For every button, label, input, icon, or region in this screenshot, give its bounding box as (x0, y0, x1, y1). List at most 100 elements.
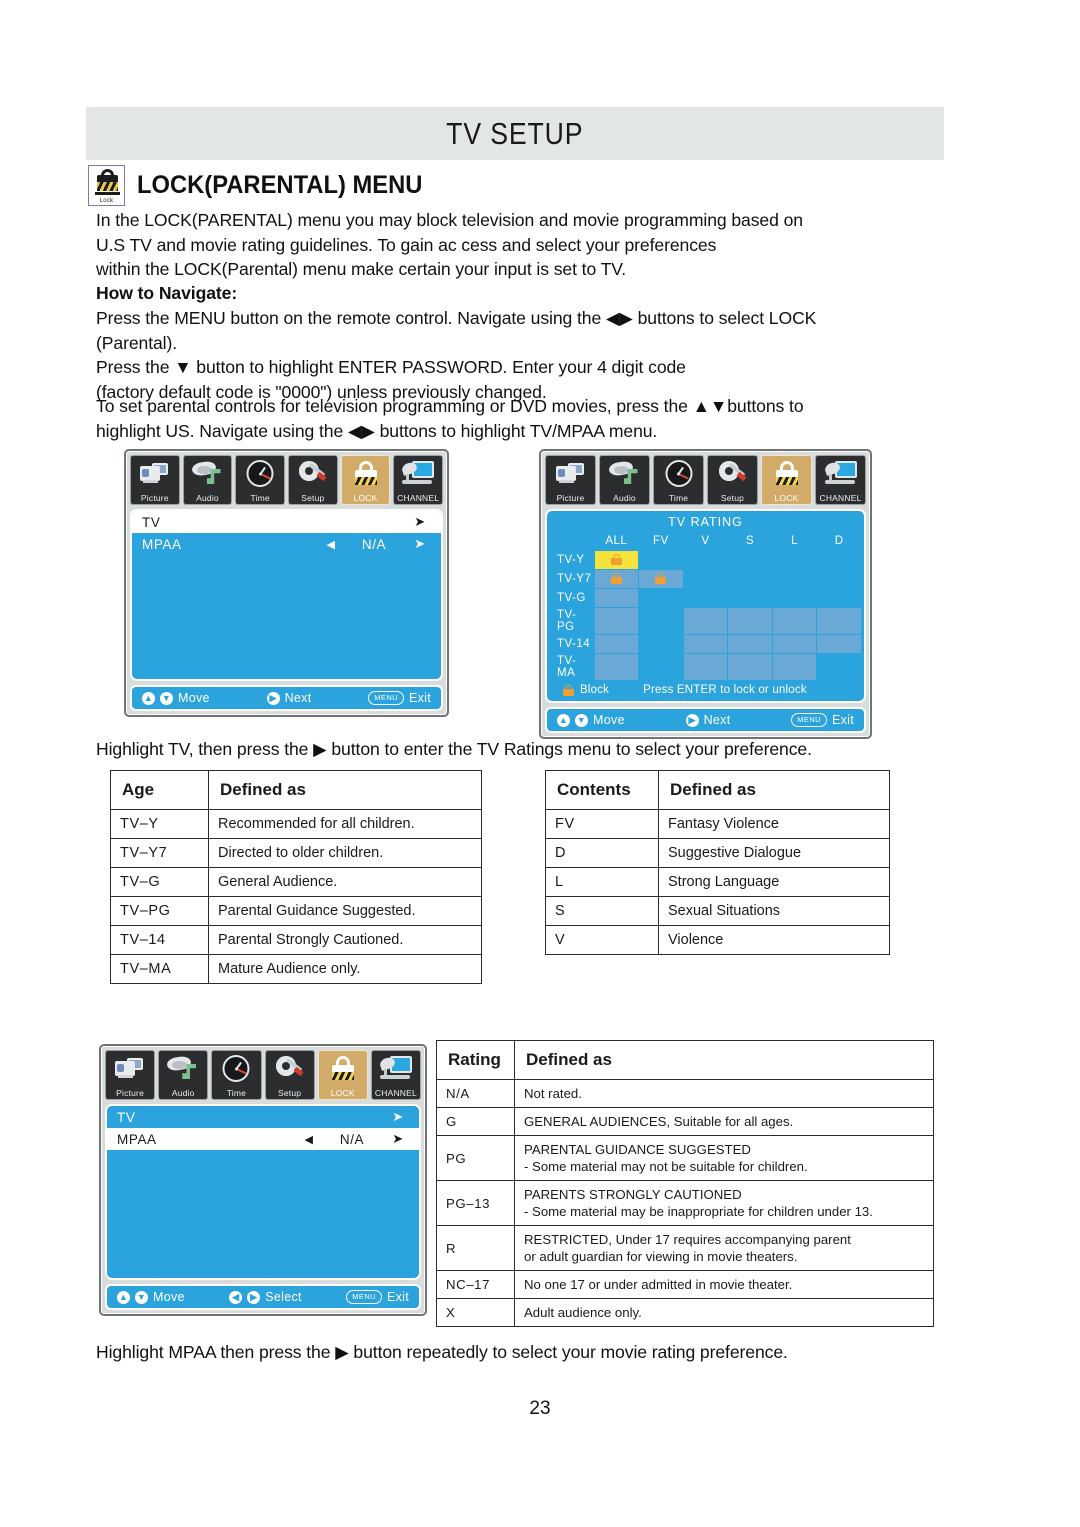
osd-tab-picture[interactable]: Picture (545, 455, 596, 505)
rating-cell[interactable] (728, 551, 772, 569)
age-definition: Parental Strongly Cautioned. (208, 925, 482, 955)
table-row: D Suggestive Dialogue (545, 838, 890, 868)
mpaa-rating-table: Rating Defined as N/A Not rated. G GENER… (436, 1040, 934, 1327)
osd-tab-time[interactable]: Time (235, 455, 286, 505)
rating-cell[interactable] (728, 608, 772, 634)
mpaa-definition-line: - Some material may not be suitable for … (524, 1159, 808, 1174)
osd-tab-audio[interactable]: Audio (182, 455, 233, 505)
osd-menu-row-mpaa[interactable]: MPAA ◀ N/A ➤ (132, 533, 441, 555)
mpaa-definition: Adult audience only. (514, 1298, 934, 1327)
rating-cell[interactable] (728, 570, 772, 588)
rating-cell[interactable] (772, 608, 817, 634)
rating-cell[interactable] (728, 654, 772, 680)
rating-cell[interactable] (772, 551, 817, 569)
osd-tab-time[interactable]: Time (211, 1050, 262, 1100)
osd-tab-channel[interactable]: CHANNEL (370, 1050, 422, 1100)
osd-tab-lock[interactable]: LOCK (317, 1050, 368, 1100)
right-arrow-key-icon: ▶ (247, 1290, 261, 1304)
mpaa-definition-line: RESTRICTED, Under 17 requires accompanyi… (524, 1232, 851, 1247)
osd-tab-label: LOCK (353, 493, 378, 503)
table-header-row: Age Defined as (110, 770, 482, 810)
osd-menu-row-tv[interactable]: TV ➤ (132, 511, 441, 533)
rating-cell[interactable] (594, 654, 639, 680)
right-arrow-key-icon: ▶ (266, 691, 280, 705)
rating-cell[interactable] (817, 608, 861, 634)
rating-cell[interactable] (594, 551, 639, 569)
rating-cell[interactable] (817, 654, 861, 680)
osd-row-label: MPAA (142, 536, 182, 552)
rating-cell[interactable] (594, 589, 639, 607)
osd-tab-lock[interactable]: LOCK (761, 455, 812, 505)
hint-exit-label: Exit (408, 691, 432, 705)
rating-cell[interactable] (639, 589, 683, 607)
col-header-s: S (728, 532, 772, 550)
rating-cell[interactable] (772, 570, 817, 588)
age-code: TV–Y (110, 809, 209, 839)
osd-tab-audio[interactable]: Audio (158, 1050, 209, 1100)
table-row: G GENERAL AUDIENCES, Suitable for all ag… (436, 1107, 934, 1136)
rating-cell[interactable] (594, 570, 639, 588)
rating-cell[interactable] (639, 551, 683, 569)
rating-cell[interactable] (683, 635, 728, 653)
osd-tab-audio[interactable]: Audio (599, 455, 650, 505)
defined-col-header: Defined as (208, 770, 482, 810)
mpaa-definition: PARENTS STRONGLY CAUTIONED - Some materi… (514, 1180, 934, 1226)
col-header-v: V (683, 532, 728, 550)
rating-cell[interactable] (817, 635, 861, 653)
rating-cell[interactable] (817, 589, 861, 607)
rating-cell[interactable] (772, 635, 817, 653)
rating-cell[interactable] (639, 654, 683, 680)
rating-cell[interactable] (594, 635, 639, 653)
up-arrow-key-icon: ▲ (557, 713, 570, 727)
rating-cell[interactable] (683, 570, 728, 588)
osd-footer-hints: ▲ ▼ Move ▶ Next MENU Exit (545, 707, 866, 733)
osd-menu-list: TV ➤ MPAA ◀ N/A ➤ (105, 1104, 421, 1280)
osd-menu-row-mpaa[interactable]: MPAA ◀ N/A ➤ (107, 1128, 419, 1150)
age-definition: Directed to older children. (208, 838, 482, 868)
table-row: TV-Y7 (550, 570, 861, 588)
osd-tab-label: Setup (301, 493, 325, 503)
osd-tab-picture[interactable]: Picture (130, 455, 180, 505)
rating-cell[interactable] (728, 589, 772, 607)
osd-tab-setup[interactable]: Setup (264, 1050, 315, 1100)
rating-cell[interactable] (639, 608, 683, 634)
down-arrow-key-icon: ▼ (135, 1290, 148, 1304)
rating-cell[interactable] (817, 551, 861, 569)
rating-cell[interactable] (683, 608, 728, 634)
rating-cell[interactable] (817, 570, 861, 588)
osd-footer-hints: ▲ ▼ Move ▶ Next MENU Exit (130, 685, 443, 711)
osd-tab-lock[interactable]: LOCK (340, 455, 391, 505)
osd-tab-time[interactable]: Time (653, 455, 704, 505)
osd-tab-channel[interactable]: CHANNEL (393, 455, 444, 505)
rating-cell[interactable] (683, 589, 728, 607)
osd-menu-row-tv[interactable]: TV ➤ (107, 1106, 419, 1128)
defined-col-header: Defined as (514, 1040, 934, 1080)
table-row: R RESTRICTED, Under 17 requires accompan… (436, 1225, 934, 1271)
rating-cell[interactable] (683, 654, 728, 680)
rating-cell[interactable] (728, 635, 772, 653)
table-row: NC–17 No one 17 or under admitted in mov… (436, 1270, 934, 1299)
rating-cell[interactable] (594, 608, 639, 634)
mpaa-definition-line: PARENTAL GUIDANCE SUGGESTED (524, 1142, 751, 1157)
left-arrow-key-icon: ◀ (229, 1290, 243, 1304)
rating-cell[interactable] (683, 551, 728, 569)
contents-code: FV (545, 809, 659, 839)
rating-cell[interactable] (772, 589, 817, 607)
osd-row-value: N/A (361, 536, 387, 552)
osd-tab-setup[interactable]: Setup (288, 455, 338, 505)
osd-tab-label: Audio (196, 493, 219, 503)
rating-cell[interactable] (772, 654, 817, 680)
rating-cell[interactable] (639, 570, 683, 588)
hint-move: ▲ ▼ Move (142, 691, 210, 705)
tv-antenna-icon (372, 1054, 420, 1086)
osd-tab-picture[interactable]: Picture (105, 1050, 156, 1100)
camera-icon (546, 459, 595, 491)
osd-footer-hints: ▲ ▼ Move ◀ ▶ Select MENU Exit (105, 1284, 421, 1310)
osd-tab-setup[interactable]: Setup (707, 455, 758, 505)
osd-tab-label: Audio (171, 1088, 195, 1098)
col-header-all: ALL (594, 532, 639, 550)
osd-tab-channel[interactable]: CHANNEL (815, 455, 866, 505)
rating-cell[interactable] (639, 635, 683, 653)
osd-tab-label: CHANNEL (397, 493, 440, 503)
age-definition: Recommended for all children. (208, 809, 482, 839)
